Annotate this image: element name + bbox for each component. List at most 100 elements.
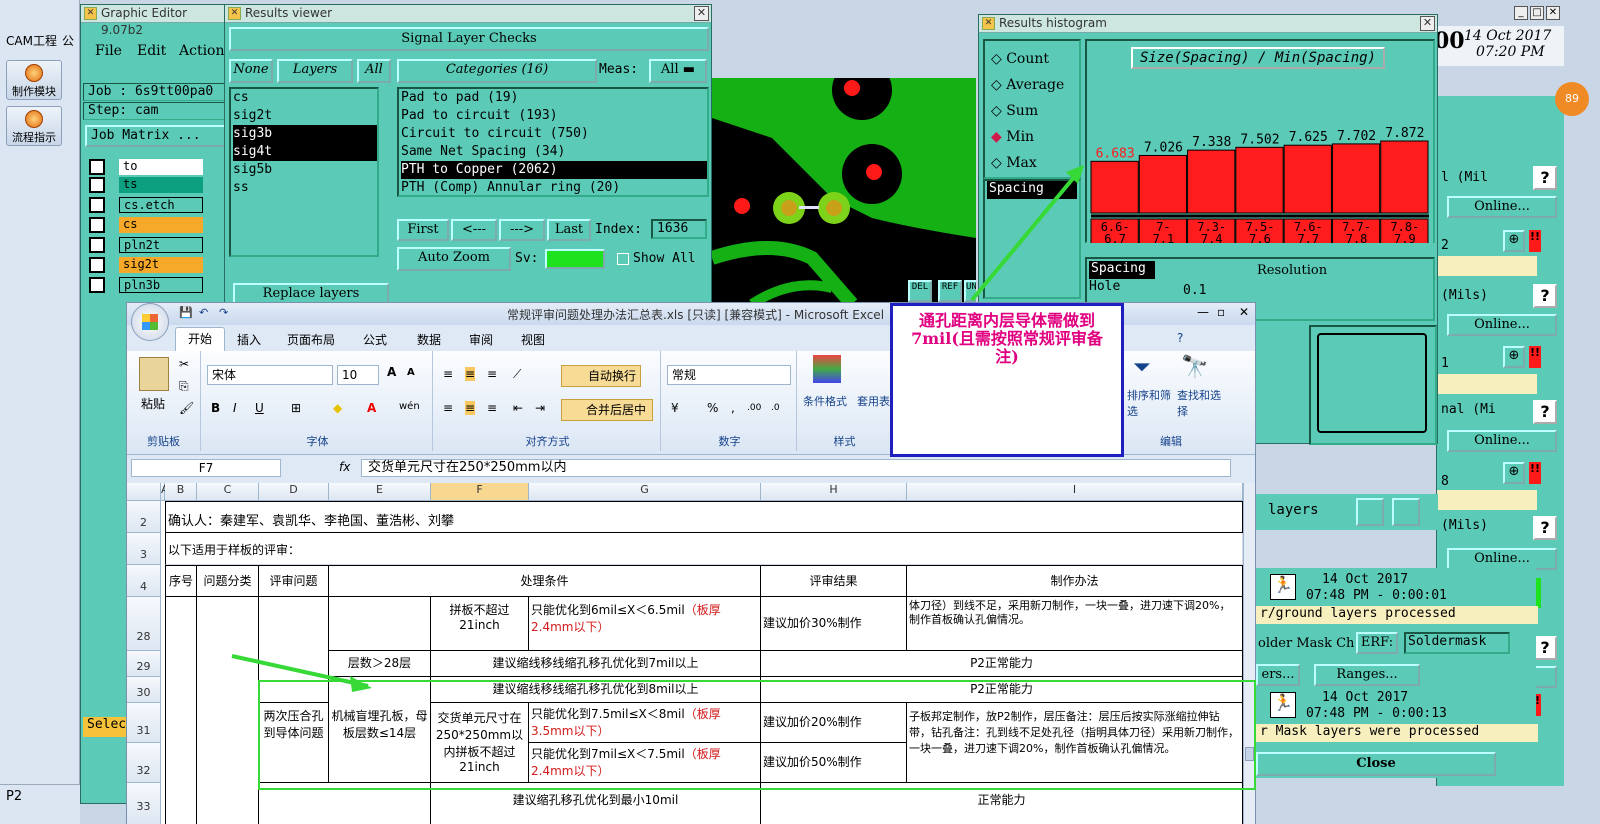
- list-item[interactable]: sig4t: [233, 143, 377, 161]
- orientation-icon[interactable]: ⟋: [513, 367, 521, 382]
- header-cell[interactable]: 问题分类: [197, 565, 259, 597]
- list-item[interactable]: Pad to pad (19): [401, 89, 707, 107]
- decrease-decimal-icon[interactable]: .0: [771, 403, 780, 413]
- tab-insert[interactable]: 插入: [237, 331, 261, 348]
- row-header[interactable]: 3: [127, 533, 161, 565]
- row-header[interactable]: 33: [127, 783, 161, 824]
- phonetic-icon[interactable]: wén: [399, 401, 420, 412]
- minimize-icon[interactable]: —: [1197, 305, 1209, 319]
- option-count[interactable]: ◇ Count: [991, 51, 1049, 67]
- prev-button[interactable]: <---: [451, 219, 497, 241]
- format-painter-icon[interactable]: 🖌: [179, 401, 194, 415]
- layer-checkbox[interactable]: [89, 177, 105, 193]
- scope-cell[interactable]: 以下适用于样板的评审：: [165, 533, 1243, 565]
- formula-input[interactable]: 交货单元尺寸在250*250mm以内: [361, 459, 1231, 477]
- none-button[interactable]: None: [229, 59, 273, 83]
- empty-cell[interactable]: [197, 597, 259, 824]
- office-button[interactable]: [131, 303, 169, 341]
- condition-cell[interactable]: 只能优化到6mil≤X＜6.5mil（板厚2.4mm以下）: [529, 597, 761, 651]
- job-matrix-button[interactable]: Job Matrix ...: [85, 125, 227, 147]
- font-name-select[interactable]: 宋体: [207, 365, 333, 385]
- layer-item[interactable]: ts: [119, 177, 203, 193]
- meas-select[interactable]: All ▬: [649, 59, 707, 83]
- layer-item[interactable]: pln2t: [119, 237, 203, 253]
- del-button[interactable]: DEL: [908, 280, 932, 302]
- sort-filter-icon[interactable]: ⏷: [1133, 355, 1151, 380]
- list-item[interactable]: ss: [233, 179, 377, 197]
- soldermask-field[interactable]: Soldermask: [1404, 632, 1510, 654]
- notification-badge[interactable]: 89: [1555, 82, 1589, 116]
- method-cell[interactable]: 体刀径）到线不足，采用新刀制作，一块一叠，进刀速下调20%，制作首板确认孔偏情况…: [907, 597, 1243, 651]
- copy-icon[interactable]: ⎘: [179, 379, 189, 394]
- option-min[interactable]: ◆ Min: [991, 129, 1034, 145]
- list-item[interactable]: sig5b: [233, 161, 377, 179]
- show-all-checkbox[interactable]: [617, 253, 629, 265]
- list-item[interactable]: cs: [233, 89, 377, 107]
- layers-tool-icon[interactable]: [1392, 498, 1420, 526]
- number-format-select[interactable]: 常规: [667, 365, 791, 385]
- header-cell[interactable]: 序号: [165, 565, 197, 597]
- currency-icon[interactable]: ¥: [671, 401, 679, 415]
- fx-icon[interactable]: fx: [339, 460, 350, 474]
- header-cell[interactable]: 制作办法: [907, 565, 1243, 597]
- grow-font-icon[interactable]: A: [387, 365, 396, 379]
- table-format-button[interactable]: 套用表格格式: [857, 393, 891, 409]
- tab-formulas[interactable]: 公式: [363, 331, 387, 348]
- cut-icon[interactable]: ✂: [179, 357, 189, 371]
- list-item[interactable]: PTH (Comp) Annular ring (20): [401, 179, 707, 197]
- close-icon[interactable]: ✕: [694, 6, 709, 21]
- result-cell[interactable]: 建议加价30%制作: [761, 597, 907, 651]
- align-bottom-icon[interactable]: ≡: [487, 367, 497, 381]
- histogram-bar[interactable]: [1331, 143, 1381, 214]
- header-cell[interactable]: 处理条件: [329, 565, 761, 597]
- layer-item[interactable]: cs: [119, 217, 203, 233]
- name-box[interactable]: F7: [131, 459, 281, 477]
- categories-listbox[interactable]: Pad to pad (19) Pad to circuit (193) Cir…: [397, 87, 709, 197]
- first-button[interactable]: First: [397, 219, 449, 241]
- online-button[interactable]: Online...: [1447, 430, 1557, 452]
- pcb-canvas[interactable]: DEL REF UNDO: [712, 78, 976, 304]
- header-cell[interactable]: 评审结果: [761, 565, 907, 597]
- sv-color-select[interactable]: [545, 249, 605, 269]
- conditional-format-icon[interactable]: [813, 355, 841, 383]
- row-header[interactable]: 31: [127, 703, 161, 743]
- wrap-text-button[interactable]: 自动换行: [561, 365, 641, 387]
- select-all-corner[interactable]: [127, 483, 161, 501]
- menu-file[interactable]: File: [95, 43, 122, 59]
- spacing-tag[interactable]: Spacing: [1089, 261, 1155, 279]
- underline-icon[interactable]: U: [255, 401, 264, 415]
- align-left-icon[interactable]: ≡: [443, 401, 453, 415]
- column-header[interactable]: H: [761, 483, 907, 501]
- maximize-icon[interactable]: □: [1530, 6, 1544, 20]
- ref-button[interactable]: REF: [938, 280, 962, 302]
- ranges-button[interactable]: Ranges...: [1314, 664, 1420, 686]
- align-top-icon[interactable]: ≡: [443, 367, 453, 381]
- help-icon[interactable]: ?: [1533, 284, 1557, 308]
- layer-item[interactable]: pln3b: [119, 277, 203, 293]
- zoom-icon[interactable]: ⊕: [1503, 230, 1525, 252]
- select-button[interactable]: Select: [83, 717, 134, 737]
- help-icon[interactable]: ?: [1177, 331, 1183, 345]
- column-header[interactable]: G: [529, 483, 761, 501]
- column-header[interactable]: C: [197, 483, 259, 501]
- flow-guide-button[interactable]: 流程指示: [6, 106, 62, 146]
- decrease-indent-icon[interactable]: ⇤: [513, 401, 523, 415]
- condition-cell[interactable]: 拼板不超过21inch: [431, 597, 529, 651]
- font-color-icon[interactable]: A: [367, 401, 376, 415]
- bold-icon[interactable]: B: [211, 401, 220, 415]
- tab-home[interactable]: 开始: [175, 327, 225, 351]
- column-header[interactable]: E: [329, 483, 431, 501]
- paste-button[interactable]: 粘贴: [141, 395, 165, 412]
- histogram-bar[interactable]: [1235, 146, 1284, 214]
- close-icon[interactable]: ✕: [1239, 305, 1249, 319]
- shrink-font-icon[interactable]: A: [407, 367, 415, 378]
- online-button[interactable]: Online...: [1447, 196, 1557, 218]
- layers-tool-icon[interactable]: [1356, 498, 1384, 526]
- layers-button[interactable]: Layers: [277, 59, 353, 83]
- list-item[interactable]: sig2t: [233, 107, 377, 125]
- restore-icon[interactable]: ▫: [1217, 305, 1225, 319]
- resolution-value[interactable]: 0.1: [1183, 283, 1206, 298]
- histogram-bar[interactable]: [1380, 140, 1429, 214]
- align-middle-icon[interactable]: ≡: [465, 367, 476, 381]
- row-header[interactable]: 30: [127, 677, 161, 703]
